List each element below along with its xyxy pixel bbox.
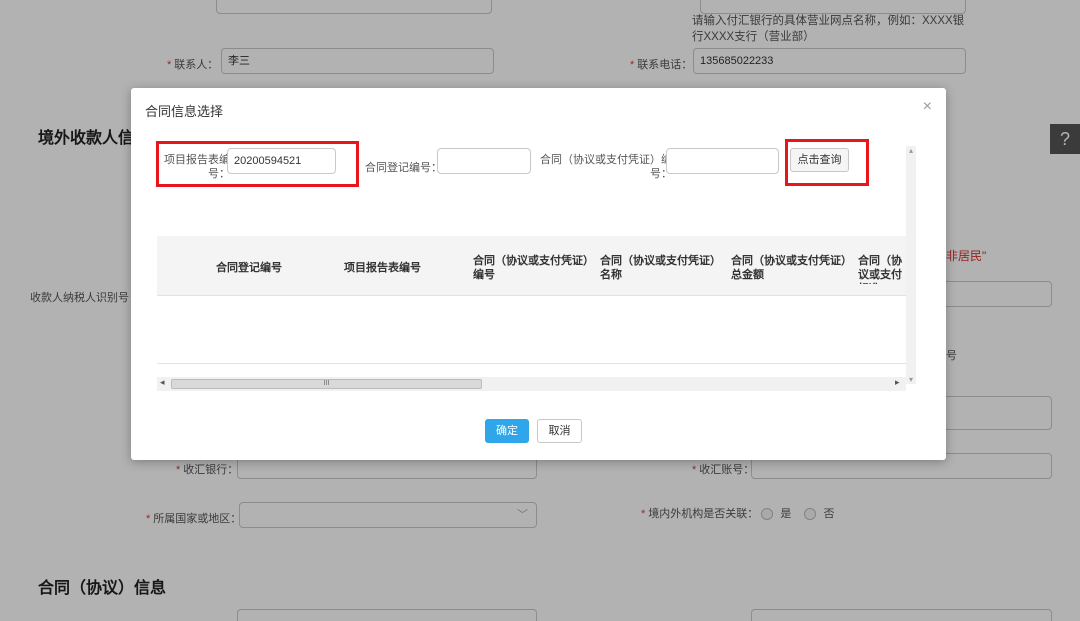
highlight-query-button <box>785 139 869 186</box>
scroll-left-icon[interactable]: ◂ <box>160 377 165 388</box>
contract-select-modal: 合同信息选择 × 项目报告表编 号： 20200594521 合同登记编号： 合… <box>131 88 946 460</box>
contract-no-input[interactable] <box>666 148 779 174</box>
vertical-scrollbar[interactable]: ▴ ▾ <box>906 146 916 384</box>
contract-table: 合同登记编号 项目报告表编号 合同（协议或支付凭证）编号 合同（协议或支付凭证）… <box>157 236 906 296</box>
highlight-project-search <box>156 141 359 187</box>
scroll-up-icon[interactable]: ▴ <box>906 146 916 155</box>
confirm-button[interactable]: 确定 <box>485 419 529 443</box>
table-header-reg-no: 合同登记编号 <box>216 262 282 274</box>
close-icon[interactable]: × <box>923 98 932 116</box>
cancel-button[interactable]: 取消 <box>537 419 582 443</box>
table-header-project-no: 项目报告表编号 <box>344 262 421 274</box>
table-header-contract-amount: 合同（协议或支付凭证）总金额 <box>731 255 847 281</box>
contract-reg-input[interactable] <box>437 148 531 174</box>
contract-reg-label: 合同登记编号： <box>365 162 442 174</box>
horizontal-scrollbar[interactable]: ◂ III ▸ <box>157 377 906 391</box>
scroll-grip: III <box>323 380 330 387</box>
contract-no-label: 合同（协议或支付凭证）编 号： <box>540 154 672 180</box>
modal-title: 合同信息选择 <box>145 104 224 119</box>
scroll-thumb[interactable]: III <box>171 379 482 389</box>
table-header-contract-name: 合同（协议或支付凭证）名称 <box>600 255 716 281</box>
scroll-down-icon[interactable]: ▾ <box>906 375 916 384</box>
table-body <box>157 296 906 364</box>
scroll-right-icon[interactable]: ▸ <box>895 377 900 388</box>
table-header-contract-no: 合同（协议或支付凭证）编号 <box>473 255 589 281</box>
table-header-payment-std: 合同（协议或支付标准 <box>858 255 902 284</box>
